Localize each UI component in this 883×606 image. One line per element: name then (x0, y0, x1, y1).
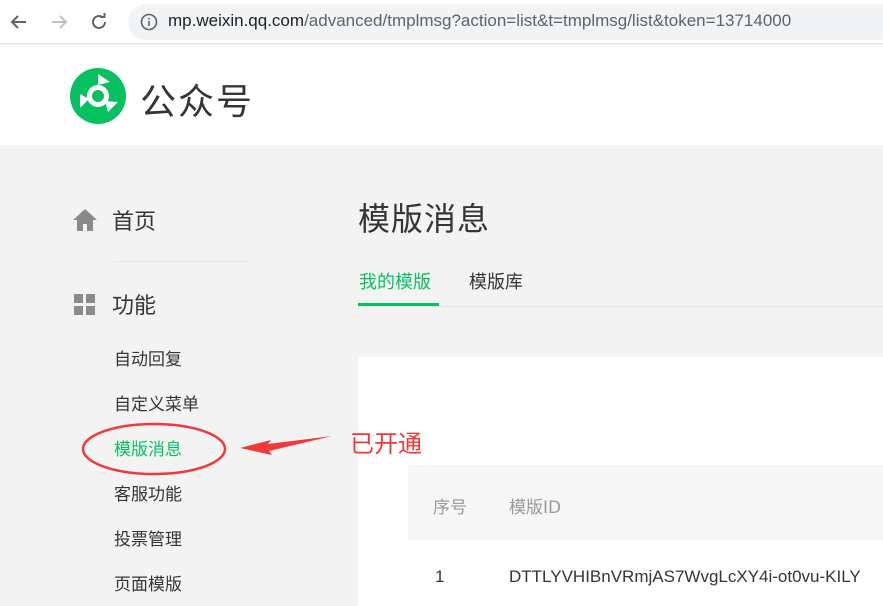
info-icon[interactable] (140, 13, 158, 31)
logo-icon[interactable] (70, 68, 126, 124)
row-index: 1 (435, 567, 445, 586)
sidebar-item-customer-service[interactable]: 客服功能 (114, 480, 182, 505)
site-header: 公众号 (0, 45, 883, 145)
home-icon (73, 209, 97, 231)
sidebar-divider (114, 261, 248, 262)
url-text: mp.weixin.qq.com/advanced/tmplmsg?action… (168, 11, 791, 31)
sidebar-item-template-message[interactable]: 模版消息 (114, 435, 182, 460)
url-path: /advanced/tmplmsg?action=list&t=tmplmsg/… (304, 11, 792, 30)
table-header: 序号 模版ID (408, 465, 883, 540)
tab-my-templates[interactable]: 我的模版 (359, 268, 431, 294)
active-tab-indicator (358, 303, 439, 306)
sidebar-item-page-template[interactable]: 页面模版 (114, 570, 182, 595)
sidebar: 首页 功能 自动回复 自定义菜单 模版消息 客服功能 投票管理 页面模版 (0, 146, 330, 606)
sidebar-features-label: 功能 (112, 294, 157, 319)
template-panel: 序号 模版ID 1 DTTLYVHIBnVRmjAS7WvgLcXY4i-ot0… (358, 357, 883, 606)
arrow-right-icon (52, 15, 68, 29)
sidebar-item-auto-reply[interactable]: 自动回复 (114, 345, 182, 370)
sidebar-home[interactable]: 首页 (72, 204, 156, 236)
annotation-label: 已开通 (350, 430, 422, 458)
sidebar-item-vote-management[interactable]: 投票管理 (114, 525, 182, 550)
sidebar-features[interactable]: 功能 (72, 288, 156, 320)
reload-icon (92, 13, 106, 29)
url-host: mp.weixin.qq.com (168, 11, 305, 30)
back-button[interactable] (6, 9, 32, 35)
column-header-index: 序号 (433, 498, 467, 518)
tab-template-library[interactable]: 模版库 (469, 268, 523, 294)
reload-button[interactable] (86, 9, 112, 35)
forward-button[interactable] (46, 9, 72, 35)
address-bar[interactable]: mp.weixin.qq.com/advanced/tmplmsg?action… (128, 4, 883, 40)
brand-name: 公众号 (140, 82, 255, 123)
tab-bar: 我的模版 模版库 (358, 262, 883, 307)
browser-toolbar: mp.weixin.qq.com/advanced/tmplmsg?action… (0, 0, 883, 44)
row-template-id[interactable]: DTTLYVHIBnVRmjAS7WvgLcXY4i-ot0vu-KILY (509, 567, 861, 587)
sidebar-item-custom-menu[interactable]: 自定义菜单 (114, 390, 199, 415)
column-header-template-id: 模版ID (509, 498, 562, 518)
sidebar-home-label: 首页 (112, 210, 157, 235)
page-title: 模版消息 (358, 200, 491, 238)
arrow-left-icon (10, 15, 26, 29)
grid-icon (74, 294, 95, 315)
